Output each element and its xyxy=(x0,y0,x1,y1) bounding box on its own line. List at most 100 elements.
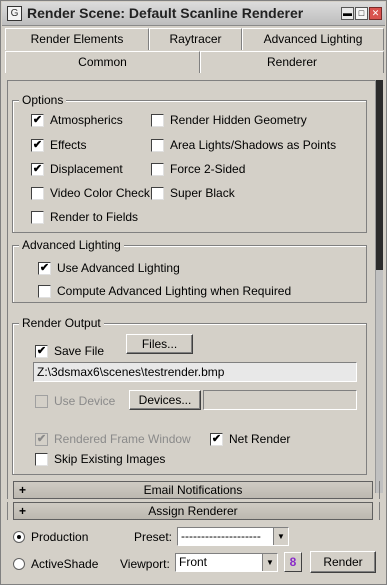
checkbox-box: ✔ xyxy=(210,432,223,446)
rollout-title: Assign Renderer xyxy=(148,504,238,518)
render-scene-window: G Render Scene: Default Scanline Rendere… xyxy=(0,0,387,585)
preset-dropdown[interactable]: -------------------- ▼ xyxy=(177,527,289,546)
tab-advanced-lighting[interactable]: Advanced Lighting xyxy=(242,28,384,50)
chevron-down-icon: ▼ xyxy=(273,528,288,545)
use-advanced-lighting-checkbox[interactable]: ✔ Use Advanced Lighting xyxy=(38,261,180,275)
checkbox-box xyxy=(151,186,164,200)
production-label: Production xyxy=(31,530,89,544)
output-path-field[interactable]: Z:\3dsmax6\scenes\testrender.bmp xyxy=(33,362,357,382)
rollout-bracket-right xyxy=(376,481,380,499)
lock-icon[interactable]: 8 xyxy=(284,552,302,572)
video-color-check-label: Video Color Check xyxy=(50,186,150,200)
tab-common[interactable]: Common xyxy=(5,51,200,73)
displacement-checkbox[interactable]: ✔ Displacement xyxy=(31,162,123,176)
rollout-title: Email Notifications xyxy=(143,483,243,497)
production-radio[interactable]: Production xyxy=(13,530,88,544)
save-file-checkbox[interactable]: ✔ Save File xyxy=(35,344,104,358)
effects-label: Effects xyxy=(50,138,87,152)
compute-advanced-lighting-label: Compute Advanced Lighting when Required xyxy=(57,284,292,298)
panel-scrollbar[interactable] xyxy=(375,80,383,493)
radio-dot xyxy=(13,558,25,570)
preset-label: Preset: xyxy=(134,530,173,544)
rollout-bracket-left xyxy=(7,502,11,520)
render-hidden-geometry-label: Render Hidden Geometry xyxy=(170,113,307,127)
rollout-bracket-left xyxy=(7,481,11,499)
video-color-check-checkbox[interactable]: Video Color Check xyxy=(31,186,150,200)
tab-raytracer[interactable]: Raytracer xyxy=(149,28,242,50)
checkbox-box xyxy=(35,452,48,466)
skip-existing-images-label: Skip Existing Images xyxy=(54,452,166,466)
checkbox-box xyxy=(151,162,164,176)
viewport-label: Viewport: xyxy=(120,557,170,571)
viewport-dropdown[interactable]: Front ▼ xyxy=(175,553,278,572)
max-app-icon[interactable]: G xyxy=(7,6,22,21)
devices-button[interactable]: Devices... xyxy=(129,390,201,410)
device-field[interactable] xyxy=(203,390,357,410)
render-output-group: Render Output ✔ Save File Files... Z:\3d… xyxy=(12,316,367,475)
force-2-sided-label: Force 2-Sided xyxy=(170,162,246,176)
checkbox-box: ✔ xyxy=(31,138,44,152)
tab-renderer[interactable]: Renderer xyxy=(200,51,384,73)
force-2-sided-checkbox[interactable]: Force 2-Sided xyxy=(151,162,245,176)
checkbox-box xyxy=(151,113,164,127)
checkbox-box xyxy=(31,186,44,200)
atmospherics-label: Atmospherics xyxy=(50,113,123,127)
render-button[interactable]: Render xyxy=(310,551,376,573)
checkbox-box: ✔ xyxy=(31,113,44,127)
files-button[interactable]: Files... xyxy=(126,334,193,354)
tab-row-bottom: Common Renderer xyxy=(5,51,384,73)
render-output-legend: Render Output xyxy=(19,316,104,330)
checkbox-box xyxy=(35,394,48,408)
checkbox-box: ✔ xyxy=(38,261,51,275)
super-black-checkbox[interactable]: Super Black xyxy=(151,186,235,200)
render-to-fields-checkbox[interactable]: Render to Fields xyxy=(31,210,138,224)
chevron-down-icon: ▼ xyxy=(262,554,277,571)
scrollbar-thumb[interactable] xyxy=(376,80,383,270)
tab-row-top: Render Elements Raytracer Advanced Light… xyxy=(5,28,384,50)
render-to-fields-label: Render to Fields xyxy=(50,210,139,224)
checkbox-box xyxy=(31,210,44,224)
viewport-value: Front xyxy=(179,555,208,569)
checkbox-box xyxy=(151,138,164,152)
rollout-bracket-right xyxy=(376,502,380,520)
save-file-label: Save File xyxy=(54,344,105,358)
area-lights-label: Area Lights/Shadows as Points xyxy=(170,138,337,152)
super-black-label: Super Black xyxy=(170,186,235,200)
email-notifications-rollout[interactable]: + Email Notifications xyxy=(13,481,373,499)
preset-value: -------------------- xyxy=(181,529,261,543)
rendered-frame-window-checkbox[interactable]: ✔ Rendered Frame Window xyxy=(35,432,191,446)
net-render-label: Net Render xyxy=(229,432,291,446)
advanced-lighting-group: Advanced Lighting ✔ Use Advanced Lightin… xyxy=(12,238,367,303)
effects-checkbox[interactable]: ✔ Effects xyxy=(31,138,86,152)
assign-renderer-rollout[interactable]: + Assign Renderer xyxy=(13,502,373,520)
radio-dot xyxy=(13,531,25,543)
minimize-button[interactable]: ▬ xyxy=(341,7,354,20)
use-advanced-lighting-label: Use Advanced Lighting xyxy=(57,261,180,275)
options-group: Options ✔ Atmospherics ✔ Effects ✔ Displ… xyxy=(12,93,367,233)
expand-icon: + xyxy=(19,504,27,518)
activeshade-radio[interactable]: ActiveShade xyxy=(13,557,98,571)
skip-existing-images-checkbox[interactable]: Skip Existing Images xyxy=(35,452,165,466)
activeshade-label: ActiveShade xyxy=(31,557,99,571)
atmospherics-checkbox[interactable]: ✔ Atmospherics xyxy=(31,113,123,127)
expand-icon: + xyxy=(19,483,27,497)
displacement-label: Displacement xyxy=(50,162,123,176)
checkbox-box: ✔ xyxy=(35,344,48,358)
title-bar[interactable]: G Render Scene: Default Scanline Rendere… xyxy=(2,2,385,26)
checkbox-box: ✔ xyxy=(31,162,44,176)
checkbox-box xyxy=(38,284,51,298)
area-lights-checkbox[interactable]: Area Lights/Shadows as Points xyxy=(151,138,336,152)
use-device-label: Use Device xyxy=(54,394,116,408)
compute-advanced-lighting-checkbox[interactable]: Compute Advanced Lighting when Required xyxy=(38,284,291,298)
rendered-frame-window-label: Rendered Frame Window xyxy=(54,432,191,446)
maximize-button[interactable]: □ xyxy=(355,7,368,20)
advanced-lighting-legend: Advanced Lighting xyxy=(19,238,124,252)
close-button[interactable]: ✕ xyxy=(369,7,382,20)
net-render-checkbox[interactable]: ✔ Net Render xyxy=(210,432,290,446)
render-hidden-geometry-checkbox[interactable]: Render Hidden Geometry xyxy=(151,113,307,127)
use-device-checkbox[interactable]: Use Device xyxy=(35,394,115,408)
options-legend: Options xyxy=(19,93,67,107)
checkbox-box: ✔ xyxy=(35,432,48,446)
window-title: Render Scene: Default Scanline Renderer xyxy=(27,5,304,21)
tab-render-elements[interactable]: Render Elements xyxy=(5,28,149,50)
